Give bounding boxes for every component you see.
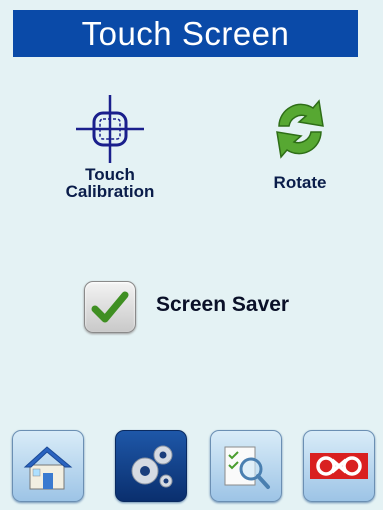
document-search-icon: [224, 446, 270, 489]
bottom-nav: [0, 424, 383, 510]
nav-brand-button[interactable]: [303, 430, 375, 502]
nav-home-button[interactable]: [12, 430, 84, 502]
crosshair-target-icon: [76, 95, 144, 163]
rotate-button[interactable]: Rotate: [240, 92, 360, 191]
gears-icon: [131, 445, 173, 488]
logo-icon: [310, 453, 368, 479]
rotate-arrows-icon: [276, 99, 324, 159]
touch-calibration-label-line2: Calibration: [65, 182, 155, 201]
nav-search-button[interactable]: [210, 430, 282, 502]
touch-calibration-button[interactable]: Touch Calibration: [50, 92, 170, 200]
screen-saver-label: Screen Saver: [156, 293, 290, 316]
nav-settings-button[interactable]: [115, 430, 187, 502]
home-icon: [23, 446, 73, 490]
screen: Touch Screen Touch Calibration Rotate Sc…: [0, 0, 383, 510]
screen-saver-checkbox[interactable]: [84, 281, 136, 333]
page-title: Touch Screen: [13, 10, 358, 57]
check-mark-icon: [91, 291, 129, 323]
touch-calibration-label-line1: Touch: [85, 165, 135, 184]
rotate-label: Rotate: [273, 173, 327, 192]
